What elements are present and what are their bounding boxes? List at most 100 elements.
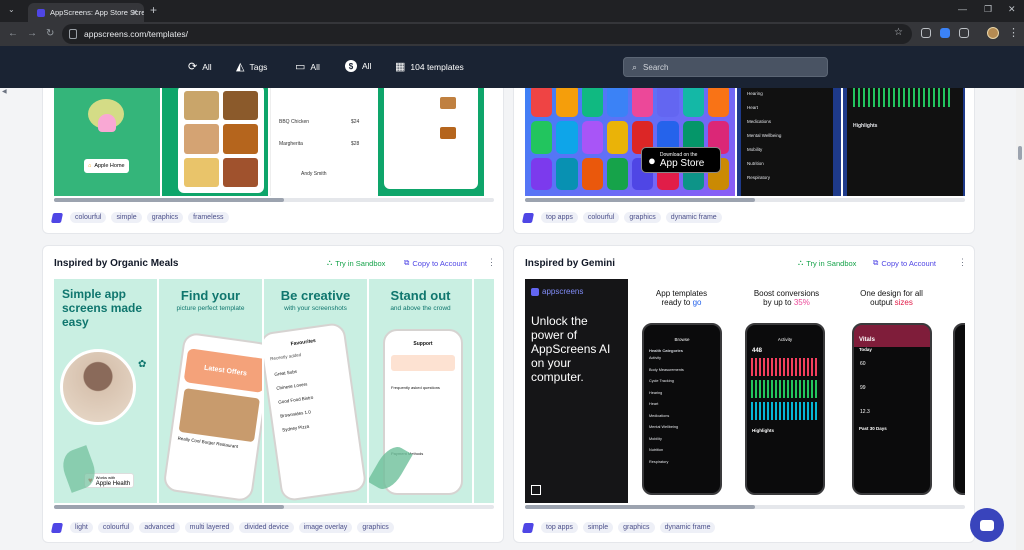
category-list: Activity Body Measurements Cycle Trackin… [649,353,720,468]
filter-label: Tags [249,61,268,72]
horizontal-scrollbar[interactable] [54,198,494,202]
section-heading: Past 30 Days [859,426,887,431]
frame-headline: App templates [655,289,708,298]
filter-devices-button[interactable]: ▭ All [295,60,320,73]
tag-chip[interactable]: frameless [188,212,229,223]
list-row: Medications [747,119,772,124]
list-row: Mental Wellbeing [747,133,782,138]
tag-chip[interactable]: simple [582,522,614,533]
browser-menu-icon[interactable]: ⋮ [1008,26,1019,39]
tag-chip[interactable]: colourful [70,212,107,223]
favourites-list: Great Subs Chinese Lovers Good Food Bist… [274,358,353,437]
copy-to-account-button[interactable]: ⧉ Copy to Account [873,258,936,268]
devices-icon: ▭ [295,61,306,73]
tag-chip[interactable]: graphics [146,212,184,223]
try-in-sandbox-button[interactable]: ⛬ Try in Sandbox [798,258,856,268]
tag-chip[interactable]: simple [111,212,142,223]
chat-support-button[interactable] [970,508,1004,542]
vitals-values: 60 99 12.3 [860,352,930,424]
new-tab-icon[interactable]: + [150,3,157,17]
tag-chip[interactable]: colourful [582,212,620,223]
reload-icon[interactable]: ↻ [46,28,54,39]
profile-avatar[interactable] [987,27,999,39]
tag-chip[interactable]: graphics [618,522,655,533]
tag-chip[interactable]: light [70,522,93,533]
list-row: Heart [649,402,659,406]
template-count[interactable]: ▦ 104 templates [395,60,464,73]
sandbox-icon: ⛬ [327,258,333,267]
browser-tab[interactable]: AppScreens: App Store Screen... ✕ [28,3,144,22]
appscreens-logo-icon [50,212,64,223]
frame-subtitle: picture perfect template [176,305,245,312]
tag-chip[interactable]: dynamic frame [665,212,722,223]
list-row: Mobility [747,147,763,152]
vital-value: 60 [860,361,866,367]
tag-chip[interactable]: dynamic frame [659,522,716,533]
template-card[interactable]: Inspired by Gemini ⛬ Try in Sandbox ⧉ Co… [513,245,975,543]
list-row: Medications [649,413,670,418]
url-field[interactable]: appscreens.com/templates/ [62,24,912,44]
template-card[interactable]: ⌂ Apple Home BBQ Chicken $24 Margherita … [42,88,504,234]
tag-chip[interactable]: top apps [541,212,578,223]
filter-price-button[interactable]: $ All [345,60,371,72]
activity-stat: 448 [752,348,763,354]
app-store-badge: ● Download on the App Store [641,147,721,173]
tag-chip[interactable]: multi layered [184,522,235,533]
screenshot-frame: appscreens Unlock the power of AppScreen… [525,279,628,503]
tags-icon: ◭ [236,61,245,73]
template-card[interactable]: ● Download on the App Store Hearing Hear… [513,88,975,234]
copy-to-account-button[interactable]: ⧉ Copy to Account [404,258,467,268]
sandbox-icon: ⛬ [798,258,804,267]
list-row: Hearing [649,390,663,395]
try-in-sandbox-button[interactable]: ⛬ Try in Sandbox [327,258,385,268]
page-scrollbar-thumb[interactable] [1018,146,1022,160]
headline-accent: 35% [793,298,810,307]
filter-label: 104 templates [410,61,464,72]
tag-list: top apps colourful graphics dynamic fram… [521,212,722,223]
phone-mockup: Favourites Recently added Great Subs Chi… [264,321,367,503]
card-title: Inspired by Gemini [525,258,616,269]
tab-search-icon[interactable]: ⌄ [8,5,15,14]
tag-chip[interactable]: divided device [239,522,294,533]
extension-icon[interactable] [921,28,931,38]
portrait-image [60,349,136,425]
screenshot-frame: One design for all output sizes Vitals T… [840,279,943,503]
tag-chip[interactable]: graphics [357,522,394,533]
tag-chip[interactable]: advanced [139,522,180,533]
site-info-icon[interactable] [69,29,77,39]
back-icon[interactable]: ← [8,28,18,39]
badge-label: Apple Health [95,480,131,487]
headline-accent: sizes [894,298,913,307]
close-tab-icon[interactable]: ✕ [131,8,138,17]
horizontal-scrollbar[interactable] [525,198,965,202]
filter-tags-button[interactable]: ◭ Tags [236,60,267,73]
template-card[interactable]: Inspired by Organic Meals ⛬ Try in Sandb… [42,245,504,543]
extension-icon[interactable] [940,28,950,38]
bookmark-star-icon[interactable]: ☆ [894,27,903,38]
chat-bubble-icon [980,519,994,531]
horizontal-scrollbar[interactable] [525,505,965,509]
minimize-icon[interactable]: — [958,4,967,14]
person-illustration [98,114,116,132]
more-options-icon[interactable]: ⋮ [958,257,967,268]
search-placeholder: Search [643,62,669,72]
maximize-icon[interactable]: ❐ [984,4,992,15]
list-row: Respiratory [649,459,669,464]
list-row: Nutrition [747,161,764,166]
close-window-icon[interactable]: ✕ [1008,4,1016,15]
tag-chip[interactable]: colourful [97,522,135,533]
horizontal-scrollbar[interactable] [54,505,494,509]
list-row: Nutrition [649,448,664,452]
tag-chip[interactable]: graphics [624,212,661,223]
tag-chip[interactable]: image overlay [298,522,353,533]
more-options-icon[interactable]: ⋮ [487,257,496,268]
screenshot-frame [162,88,268,196]
extensions-puzzle-icon[interactable] [959,28,969,38]
tag-chip[interactable]: top apps [541,522,578,533]
phone-mockup: Latest Offers Really Cool Burger Restaur… [162,331,262,503]
forward-icon[interactable]: → [27,28,37,39]
search-input[interactable]: ⌕ Search [623,57,828,77]
frame-subtitle: and above the crowd [390,305,451,312]
frame-headline: Stand out [390,288,451,303]
filter-all-button[interactable]: ⟳ All [188,60,212,73]
